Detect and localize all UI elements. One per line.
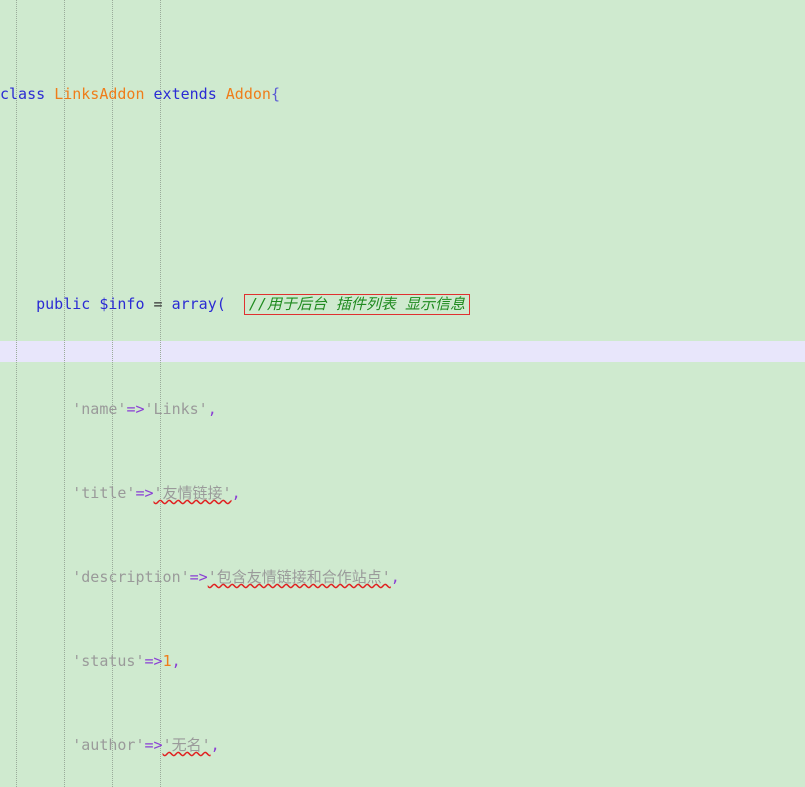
arrow-operator: => [144,652,163,670]
code-line-info-entry: 'name'=>'Links', [0,399,805,420]
array-value: '无名' [162,736,211,754]
parent-class-name: Addon [225,85,271,103]
code-line-class-declaration: class LinksAddon extends Addon{ [0,84,805,105]
code-editor[interactable]: class LinksAddon extends Addon{ public $… [0,0,805,787]
code-content: class LinksAddon extends Addon{ public $… [0,0,805,787]
comma: , [210,736,220,754]
annotation-comment-info: //用于后台 插件列表 显示信息 [243,294,470,315]
array-key: 'author' [72,736,145,754]
comma: , [171,652,181,670]
array-key: 'description' [72,568,190,586]
array-keyword: array( [171,295,226,313]
comma: , [207,400,217,418]
code-line-info-entry: 'title'=>'友情链接', [0,483,805,504]
array-value: '包含友情链接和合作站点' [207,568,391,586]
code-line-info-entry: 'status'=>1, [0,651,805,672]
comma: , [231,484,241,502]
keyword-class: class [0,85,46,103]
code-line-info-declaration: public $info = array( //用于后台 插件列表 显示信息 [0,294,805,315]
variable-info: $info [99,295,145,313]
code-line-info-entry: 'description'=>'包含友情链接和合作站点', [0,567,805,588]
keyword-extends: extends [153,85,217,103]
code-line-info-entry: 'author'=>'无名', [0,735,805,756]
comma: , [390,568,400,586]
array-value: 'Links' [144,400,208,418]
arrow-operator: => [126,400,145,418]
keyword-public: public [36,295,91,313]
open-brace: { [270,85,280,103]
array-value: 1 [162,652,172,670]
class-name: LinksAddon [54,85,145,103]
array-key: 'title' [72,484,136,502]
arrow-operator: => [189,568,208,586]
arrow-operator: => [144,736,163,754]
array-key: 'status' [72,652,145,670]
array-key: 'name' [72,400,127,418]
arrow-operator: => [135,484,154,502]
array-value: '友情链接' [153,484,232,502]
assign-operator: = [153,295,163,313]
